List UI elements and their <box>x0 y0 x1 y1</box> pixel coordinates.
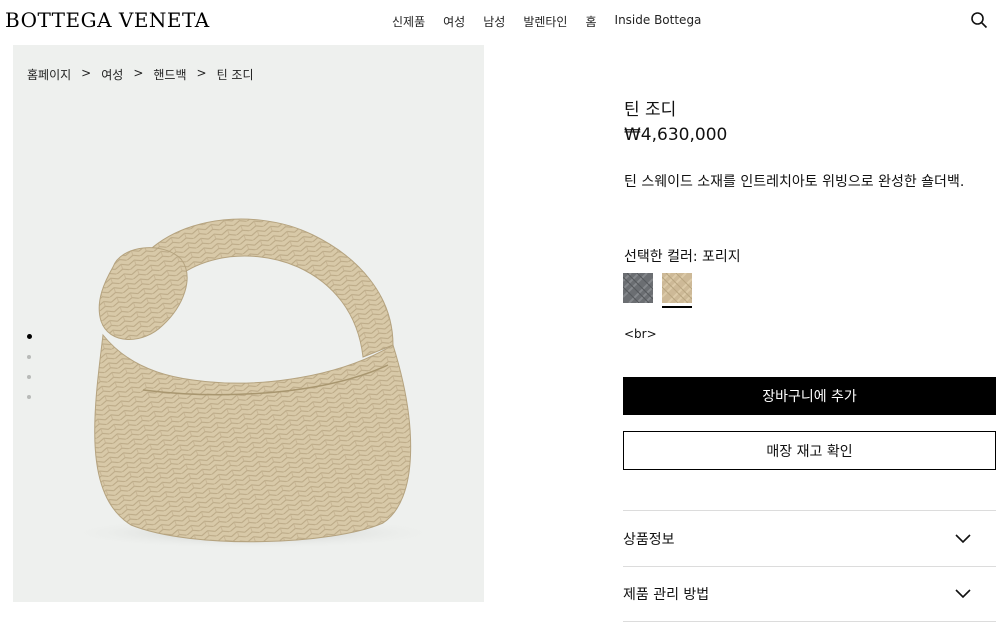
search-icon[interactable] <box>970 11 988 29</box>
accordion-label: 상품정보 <box>623 531 675 548</box>
breadcrumb-separator: > <box>81 66 92 80</box>
check-store-stock-button[interactable]: 매장 재고 확인 <box>623 431 996 470</box>
nav-item-women[interactable]: 여성 <box>443 13 465 30</box>
breadcrumb: 홈페이지 > 여성 > 핸드백 > 틴 조디 <box>27 66 254 83</box>
accordion-care-instructions[interactable]: 제품 관리 방법 <box>623 566 996 622</box>
color-swatch-grey[interactable] <box>623 273 653 303</box>
stray-markup-text: <br> <box>624 327 657 341</box>
breadcrumb-current: 틴 조디 <box>216 68 254 82</box>
breadcrumb-home[interactable]: 홈페이지 <box>27 66 71 83</box>
main-nav: 신제품 여성 남성 발렌타인 홈 Inside Bottega <box>392 13 719 30</box>
nav-item-inside-bottega[interactable]: Inside Bottega <box>615 13 702 30</box>
breadcrumb-women[interactable]: 여성 <box>101 66 123 83</box>
nav-item-men[interactable]: 남성 <box>483 13 505 30</box>
color-swatch-porridge[interactable] <box>662 273 692 303</box>
accordion-product-info[interactable]: 상품정보 <box>623 510 996 566</box>
gallery-dot-1[interactable] <box>27 334 32 339</box>
product-description: 틴 스웨이드 소재를 인트레치아토 위빙으로 완성한 숄더백. <box>624 174 965 190</box>
brand-logo[interactable]: BOTTEGA VENETA <box>5 8 210 32</box>
gallery-dot-4[interactable] <box>27 395 31 399</box>
accordion-label: 제품 관리 방법 <box>623 587 710 603</box>
breadcrumb-separator: > <box>196 66 207 80</box>
product-image[interactable] <box>13 45 484 602</box>
product-image-panel: 홈페이지 > 여성 > 핸드백 > 틴 조디 <box>13 45 484 602</box>
gallery-dot-2[interactable] <box>27 355 31 359</box>
selected-color-label: 선택한 컬러: 포리지 <box>624 249 741 265</box>
chevron-down-icon <box>955 533 971 543</box>
selected-swatch-indicator <box>662 306 692 308</box>
product-price: ₩4,630,000 <box>624 125 728 145</box>
add-to-cart-button[interactable]: 장바구니에 추가 <box>623 377 996 415</box>
breadcrumb-separator: > <box>133 66 144 80</box>
chevron-down-icon <box>955 589 971 599</box>
gallery-pagination <box>27 334 32 415</box>
breadcrumb-handbags[interactable]: 핸드백 <box>153 66 186 83</box>
product-title: 틴 조디 <box>624 100 677 120</box>
gallery-dot-3[interactable] <box>27 375 31 379</box>
nav-item-home[interactable]: 홈 <box>585 13 596 30</box>
nav-item-valentine[interactable]: 발렌타인 <box>523 13 567 30</box>
nav-item-new[interactable]: 신제품 <box>392 13 425 30</box>
